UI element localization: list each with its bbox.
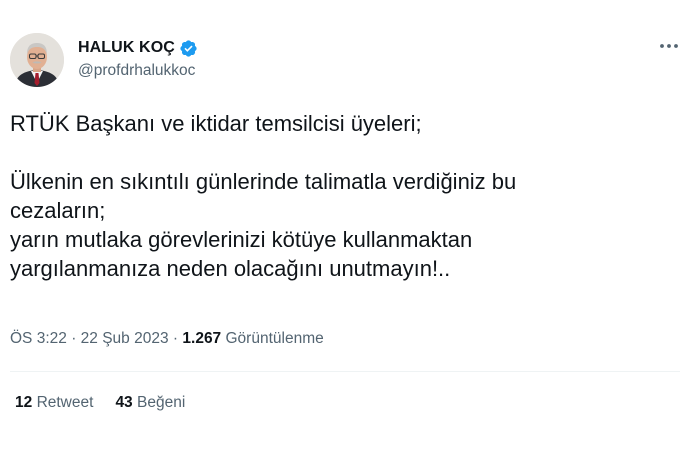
retweets-count: 12 (15, 394, 33, 411)
tweet-line: Ülkenin en sıkıntılı günlerinde talimatl… (10, 169, 517, 194)
tweet-date: 22 Şub 2023 (80, 330, 169, 347)
display-name[interactable]: HALUK KOÇ (78, 39, 175, 57)
retweets-label: Retweet (36, 394, 94, 411)
likes-link[interactable]: 43 Beğeni (115, 394, 185, 412)
views[interactable]: 1.267 Görüntülenme (182, 330, 323, 347)
author-block: HALUK KOÇ @profdrhalukkoc (78, 38, 198, 80)
handle[interactable]: @profdrhalukkoc (78, 62, 198, 80)
tweet-line: yargılanmanıza neden olacağını unutmayın… (10, 256, 451, 281)
avatar[interactable] (10, 33, 64, 87)
tweet-timestamp[interactable]: ÖS 3:22 · 22 Şub 2023 (10, 330, 169, 347)
meta-separator: · (172, 330, 179, 347)
retweets-link[interactable]: 12 Retweet (15, 394, 93, 412)
meta-separator: · (71, 330, 77, 347)
tweet-time: ÖS 3:22 (10, 330, 67, 347)
name-row: HALUK KOÇ (78, 38, 198, 58)
tweet-line: RTÜK Başkanı ve iktidar temsilcisi üyele… (10, 111, 422, 136)
tweet-card: HALUK KOÇ @profdrhalukkoc RTÜK Başkanı v… (0, 0, 690, 450)
views-count: 1.267 (182, 330, 222, 347)
tweet-line: cezaların; (10, 198, 106, 223)
profile-photo-icon (10, 33, 64, 87)
more-horizontal-icon (660, 44, 678, 48)
engagement-stats: 12 Retweet 43 Beğeni (15, 394, 207, 412)
verified-badge-icon[interactable] (179, 39, 198, 58)
divider (10, 371, 680, 372)
more-options-button[interactable] (655, 36, 683, 56)
tweet-text: RTÜK Başkanı ve iktidar temsilcisi üyele… (10, 109, 680, 283)
likes-label: Beğeni (137, 394, 186, 411)
views-label: Görüntülenme (225, 330, 324, 347)
likes-count: 43 (115, 394, 133, 411)
tweet-line: yarın mutlaka görevlerinizi kötüye kulla… (10, 227, 473, 252)
tweet-meta: ÖS 3:22 · 22 Şub 2023 · 1.267 Görüntülen… (10, 330, 324, 348)
